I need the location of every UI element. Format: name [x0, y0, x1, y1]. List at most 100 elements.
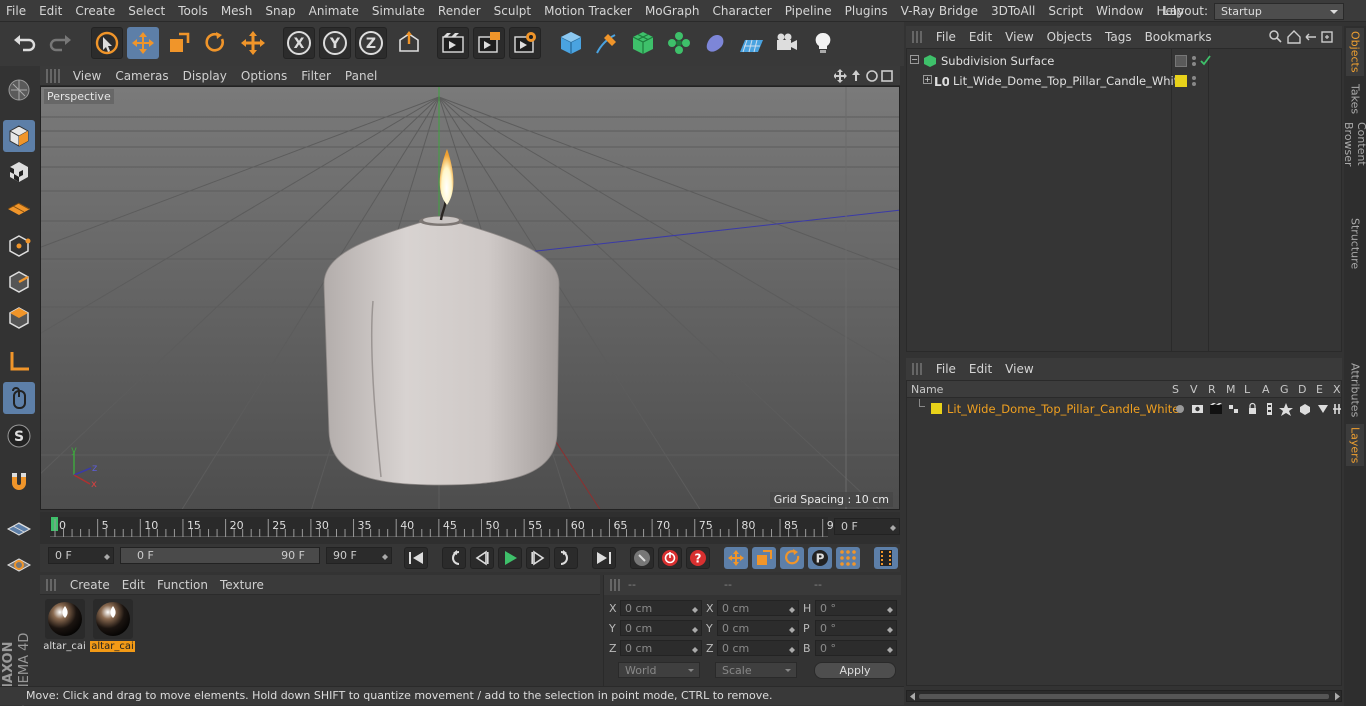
menu-file[interactable]: File [0, 0, 33, 22]
timeline[interactable]: 051015202530354045505560657075808590 0 F [40, 512, 900, 544]
render-to-picture-viewer-icon[interactable] [473, 27, 505, 59]
rot-h-field[interactable]: 0 ° [815, 600, 897, 616]
timeline-ruler[interactable]: 051015202530354045505560657075808590 [50, 517, 841, 537]
material-item-selected[interactable]: altar_cai [90, 599, 135, 657]
floor-icon[interactable] [735, 27, 767, 59]
col-render[interactable]: R [1208, 383, 1216, 396]
menu-snap[interactable]: Snap [259, 0, 302, 22]
z-axis-icon[interactable]: Z [355, 27, 387, 59]
cloner-icon[interactable] [663, 27, 695, 59]
key-scale-icon[interactable] [752, 547, 776, 569]
layer-menu-view[interactable]: View [999, 358, 1040, 376]
redo-icon[interactable] [44, 27, 76, 59]
subdivision-icon[interactable] [627, 27, 659, 59]
render-view-icon[interactable] [437, 27, 469, 59]
y-axis-icon[interactable]: Y [319, 27, 351, 59]
size-z-field[interactable]: 0 cm [717, 640, 799, 656]
material-menu-create[interactable]: Create [64, 575, 116, 592]
deformer-icon[interactable] [699, 27, 731, 59]
layout-select[interactable]: Startup [1214, 2, 1344, 20]
viewport-menu-view[interactable]: View [66, 66, 108, 83]
menu-mesh[interactable]: Mesh [215, 0, 260, 22]
timeline-window-icon[interactable] [874, 547, 898, 569]
object-manager-tools[interactable] [1268, 29, 1338, 45]
move-icon[interactable] [127, 27, 159, 59]
object-row-candle[interactable]: + L0 Lit_Wide_Dome_Top_Pillar_Candle_Whi… [907, 71, 1341, 91]
viewport-menu-cameras[interactable]: Cameras [108, 66, 175, 83]
menu-motion-tracker[interactable]: Motion Tracker [538, 0, 639, 22]
menu-create[interactable]: Create [69, 0, 122, 22]
col-name[interactable]: Name [911, 383, 943, 396]
play-forward-icon[interactable] [498, 547, 522, 569]
edit-render-settings-icon[interactable] [509, 27, 541, 59]
end-frame-field[interactable]: 90 F [326, 547, 392, 564]
rotate-icon[interactable] [199, 27, 231, 59]
next-key-icon[interactable] [554, 547, 578, 569]
menu-pipeline[interactable]: Pipeline [779, 0, 839, 22]
key-rotation-icon[interactable] [780, 547, 804, 569]
scale-icon[interactable] [163, 27, 195, 59]
pos-z-field[interactable]: 0 cm [620, 640, 702, 656]
object-menu-tags[interactable]: Tags [1099, 26, 1139, 44]
menu-character[interactable]: Character [706, 0, 778, 22]
tab-takes[interactable]: Takes [1346, 80, 1364, 118]
previous-frame-icon[interactable] [470, 547, 494, 569]
lock-workplane-icon[interactable] [3, 512, 35, 544]
go-to-end-icon[interactable] [592, 547, 616, 569]
texture-mode-icon[interactable] [3, 156, 35, 188]
magnet-icon[interactable] [3, 466, 35, 498]
object-menu-view[interactable]: View [999, 26, 1040, 44]
col-view[interactable]: V [1190, 383, 1198, 396]
horizontal-scrollbar[interactable] [906, 690, 1342, 702]
material-menu-texture[interactable]: Texture [214, 575, 270, 592]
col-deformers[interactable]: D [1298, 383, 1306, 396]
polygons-mode-icon[interactable] [3, 302, 35, 334]
layer-color-swatch[interactable] [1175, 55, 1187, 67]
menu-plugins[interactable]: Plugins [839, 0, 895, 22]
viewport-menu-panel[interactable]: Panel [338, 66, 384, 83]
layer-menu-edit[interactable]: Edit [963, 358, 999, 376]
record-keys-off-icon[interactable] [630, 547, 654, 569]
col-xref[interactable]: X [1333, 383, 1341, 396]
tab-content-browser[interactable]: Content Browser [1342, 122, 1366, 212]
layer-color-swatch[interactable] [931, 403, 942, 414]
make-editable-icon[interactable] [3, 74, 35, 106]
frame-range-slider[interactable]: 0 F 90 F [120, 547, 320, 564]
apply-button[interactable]: Apply [814, 662, 896, 679]
light-icon[interactable] [807, 27, 839, 59]
viewport-scene[interactable]: y z x [41, 87, 900, 510]
last-tool-icon[interactable] [237, 27, 269, 59]
go-to-start-icon[interactable] [404, 547, 428, 569]
coordinate-system-icon[interactable] [393, 27, 425, 59]
previous-key-icon[interactable] [442, 547, 466, 569]
pos-y-field[interactable]: 0 cm [620, 620, 702, 636]
workplane-icon[interactable] [3, 192, 35, 224]
material-menu-edit[interactable]: Edit [116, 575, 151, 592]
layer-toggle-icons[interactable] [1173, 402, 1341, 416]
next-frame-icon[interactable] [526, 547, 550, 569]
layer-menu-file[interactable]: File [930, 358, 963, 376]
menu-script[interactable]: Script [1042, 0, 1090, 22]
material-menu-function[interactable]: Function [151, 575, 214, 592]
live-selection-icon[interactable] [91, 27, 123, 59]
key-position-icon[interactable] [724, 547, 748, 569]
model-mode-icon[interactable] [3, 120, 35, 152]
rot-p-field[interactable]: 0 ° [815, 620, 897, 636]
viewport-nav-icons[interactable] [834, 68, 894, 84]
undo-icon[interactable] [9, 27, 41, 59]
tab-attributes[interactable]: Attributes [1346, 360, 1364, 420]
x-axis-icon[interactable]: X [283, 27, 315, 59]
autokeying-icon[interactable]: ? [686, 547, 710, 569]
menu-mograph[interactable]: MoGraph [639, 0, 707, 22]
perspective-viewport[interactable]: y z x Perspective Grid Spacing : 10 cm [40, 86, 900, 510]
pos-x-field[interactable]: 0 cm [620, 600, 702, 616]
col-animation[interactable]: A [1262, 383, 1270, 396]
record-active-objects-icon[interactable] [658, 547, 682, 569]
axis-mode-icon[interactable] [3, 346, 35, 378]
visibility-dots-icon[interactable] [1191, 74, 1201, 88]
menu-3dtoall[interactable]: 3DToAll [985, 0, 1042, 22]
col-expressions[interactable]: E [1316, 383, 1323, 396]
visibility-dots-icon[interactable] [1191, 54, 1215, 68]
layer-name[interactable]: Lit_Wide_Dome_Top_Pillar_Candle_White [947, 402, 1179, 416]
layer-row[interactable]: Lit_Wide_Dome_Top_Pillar_Candle_White [907, 399, 1341, 419]
